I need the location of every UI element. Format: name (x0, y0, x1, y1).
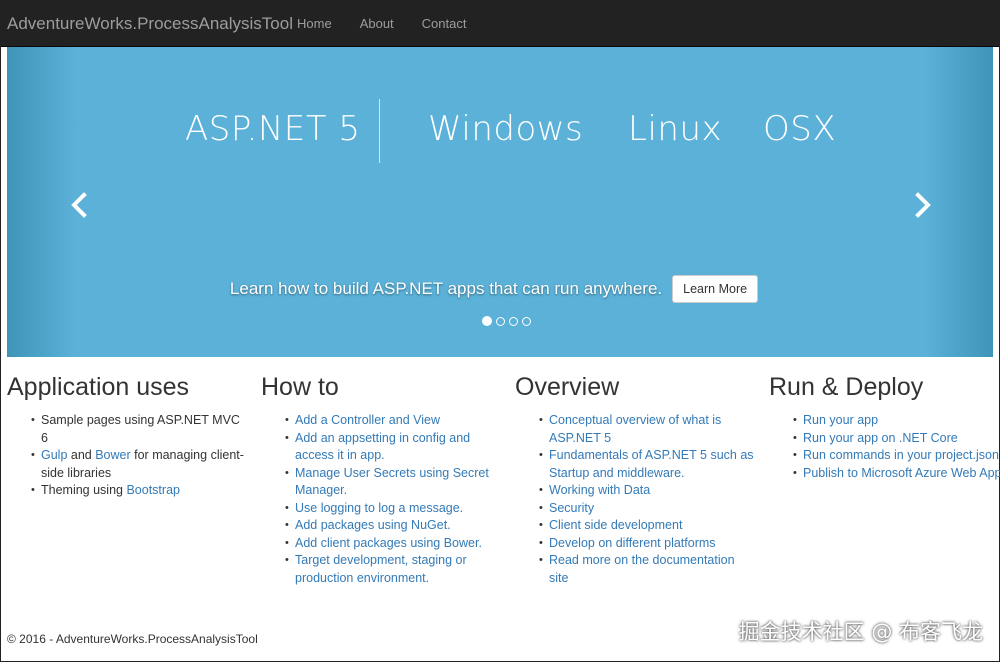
column-list: Add a Controller and View Add an appsetti… (261, 412, 501, 587)
list-item: Run your app on .NET Core (793, 430, 1000, 448)
list-item: Publish to Microsoft Azure Web Apps (793, 465, 1000, 483)
carousel-prev-button[interactable] (59, 185, 99, 225)
list-item: Fundamentals of ASP.NET 5 such as Startu… (539, 447, 755, 482)
list-item: Develop on different platforms (539, 535, 755, 553)
list-item: Sample pages using ASP.NET MVC 6 (31, 412, 247, 447)
carousel-indicator[interactable] (481, 316, 492, 326)
item-link[interactable]: Add client packages using Bower. (295, 536, 482, 550)
item-link[interactable]: Add a Controller and View (295, 413, 440, 427)
headline-divider (379, 99, 380, 163)
headline-linux: Linux (628, 109, 723, 149)
item-link[interactable]: Run your app (803, 413, 878, 427)
column-heading: How to (261, 373, 339, 401)
list-item: Run commands in your project.json (793, 447, 1000, 465)
list-item: Security (539, 500, 755, 518)
list-item: Target development, staging or productio… (285, 552, 501, 587)
chevron-left-icon (71, 192, 87, 218)
item-link[interactable]: Manage User Secrets using Secret Manager… (295, 466, 489, 498)
item-link[interactable]: Client side development (549, 518, 682, 532)
list-item: Read more on the documentation site (539, 552, 755, 587)
list-item: Run your app (793, 412, 1000, 430)
slide-headline: ASP.NET 5 Windows Linux OSX (7, 99, 993, 163)
carousel-indicator[interactable] (495, 317, 505, 326)
brand-link[interactable]: AdventureWorks.ProcessAnalysisTool (1, 14, 293, 34)
nav-contact-link[interactable]: Contact (422, 16, 467, 31)
item-text: Theming using (41, 483, 127, 497)
list-item: Theming using Bootstrap (31, 482, 247, 500)
list-item: Add a Controller and View (285, 412, 501, 430)
carousel-indicator[interactable] (521, 317, 531, 326)
item-link[interactable]: Read more on the documentation site (549, 553, 735, 585)
item-link[interactable]: Develop on different platforms (549, 536, 716, 550)
carousel-indicators (7, 316, 993, 326)
item-link[interactable]: Add an appsetting in config and access i… (295, 431, 470, 463)
carousel-next-button[interactable] (903, 185, 943, 225)
item-link[interactable]: Gulp (41, 448, 67, 462)
item-link[interactable]: Fundamentals of ASP.NET 5 such as Startu… (549, 448, 754, 480)
footer-copyright: © 2016 - AdventureWorks.ProcessAnalysisT… (7, 632, 258, 646)
item-link[interactable]: Run your app on .NET Core (803, 431, 958, 445)
feature-columns: Application uses Sample pages using ASP.N… (7, 373, 1000, 593)
item-link[interactable]: Bootstrap (126, 483, 180, 497)
item-link[interactable]: Conceptual overview of what is ASP.NET 5 (549, 413, 721, 445)
list-item: Manage User Secrets using Secret Manager… (285, 465, 501, 500)
list-item: Working with Data (539, 482, 755, 500)
item-link[interactable]: Working with Data (549, 483, 650, 497)
item-link[interactable]: Security (549, 501, 594, 515)
item-link[interactable]: Target development, staging or productio… (295, 553, 467, 585)
list-item: Use logging to log a message. (285, 500, 501, 518)
column-run-deploy: Run & Deploy Run your app Run your app on … (769, 373, 1000, 482)
item-text: Sample pages using ASP.NET MVC 6 (41, 413, 240, 445)
column-heading: Overview (515, 373, 620, 401)
column-overview: Overview Conceptual overview of what is A… (515, 373, 755, 587)
item-text: and (67, 448, 96, 462)
nav-home-link[interactable]: Home (297, 16, 332, 31)
watermark-text: 掘金技术社区 @ 布客飞龙 (738, 620, 983, 644)
chevron-right-icon (915, 192, 931, 218)
column-list: Run your app Run your app on .NET Core Run… (769, 412, 1000, 482)
column-list: Sample pages using ASP.NET MVC 6Gulp and… (7, 412, 247, 500)
column-how-to: How to Add a Controller and View Add an ap… (261, 373, 501, 587)
item-link[interactable]: Use logging to log a message. (295, 501, 463, 515)
nav-about-link[interactable]: About (360, 16, 394, 31)
item-link[interactable]: Add packages using NuGet. (295, 518, 451, 532)
list-item: Client side development (539, 517, 755, 535)
column-heading: Application uses (7, 373, 190, 401)
carousel-caption: Learn how to build ASP.NET apps that can… (7, 275, 993, 303)
hero-carousel: ASP.NET 5 Windows Linux OSX Learn how to… (7, 47, 993, 357)
list-item: Add an appsetting in config and access i… (285, 430, 501, 465)
navbar: AdventureWorks.ProcessAnalysisTool Home … (1, 1, 999, 47)
column-list: Conceptual overview of what is ASP.NET 5… (515, 412, 755, 587)
list-item: Gulp and Bower for managing client-side … (31, 447, 247, 482)
item-link[interactable]: Bower (95, 448, 130, 462)
headline-aspnet: ASP.NET 5 (185, 109, 361, 149)
list-item: Conceptual overview of what is ASP.NET 5 (539, 412, 755, 447)
learn-more-button[interactable]: Learn More (672, 275, 759, 303)
column-application-uses: Application uses Sample pages using ASP.N… (7, 373, 247, 500)
item-link[interactable]: Publish to Microsoft Azure Web Apps (803, 466, 1000, 480)
carousel-indicator[interactable] (508, 317, 518, 326)
column-heading: Run & Deploy (769, 373, 924, 401)
list-item: Add client packages using Bower. (285, 535, 501, 553)
caption-text: Learn how to build ASP.NET apps that can… (229, 279, 663, 298)
headline-windows: Windows (428, 109, 584, 149)
list-item: Add packages using NuGet. (285, 517, 501, 535)
item-link[interactable]: Run commands in your project.json (803, 448, 999, 462)
headline-osx: OSX (763, 109, 837, 149)
